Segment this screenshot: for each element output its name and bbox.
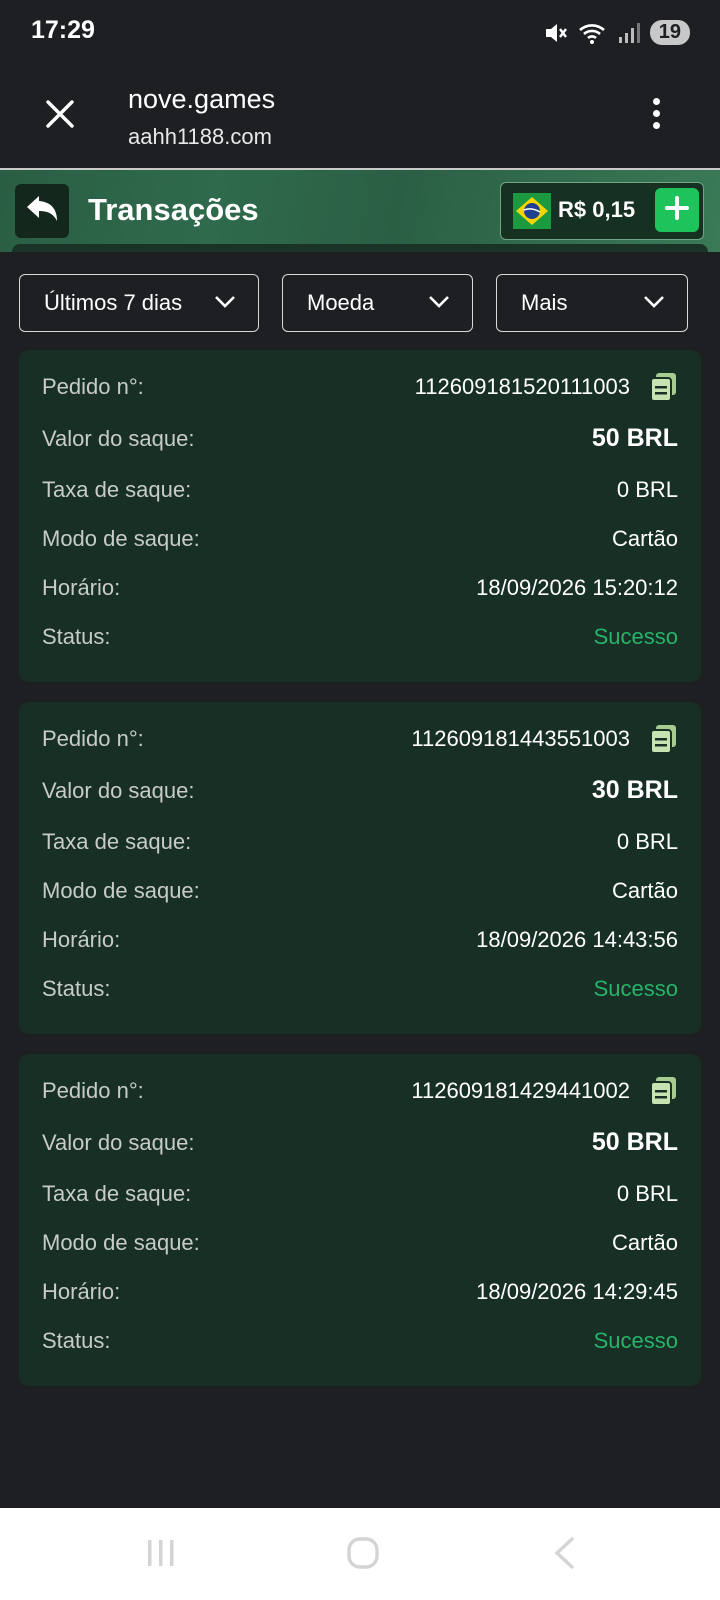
time-row: Horário: 18/09/2026 15:20:12 xyxy=(42,575,678,605)
back-nav-icon[interactable] xyxy=(552,1536,576,1570)
transaction-card: Pedido n°: 112609181443551003 Valor do s… xyxy=(19,702,701,1034)
status-value: Sucesso xyxy=(593,1328,678,1353)
filter-label: Mais xyxy=(521,290,568,315)
status-row: Status: Sucesso xyxy=(42,976,678,1006)
status-icons: 19 xyxy=(544,20,690,45)
close-icon[interactable] xyxy=(42,96,78,132)
order-number: 112609181520111003 xyxy=(414,374,630,399)
mode-row: Modo de saque: Cartão xyxy=(42,878,678,908)
battery-indicator: 19 xyxy=(649,20,690,45)
mode-value: Cartão xyxy=(611,878,678,903)
time-label: Horário: xyxy=(42,575,121,600)
fee-value: 0 BRL xyxy=(616,829,678,854)
screen-title: Transações xyxy=(88,192,259,227)
fee-value: 0 BRL xyxy=(616,1181,678,1206)
wifi-icon xyxy=(578,22,608,44)
order-label: Pedido n°: xyxy=(42,726,144,751)
deposit-button[interactable] xyxy=(655,188,699,232)
time-value: 18/09/2026 14:43:56 xyxy=(476,927,678,952)
mode-label: Modo de saque: xyxy=(42,1230,200,1255)
mute-icon xyxy=(544,22,568,44)
amount-value: 50 BRL xyxy=(591,1128,678,1156)
filter-label: Moeda xyxy=(307,290,375,315)
fee-label: Taxa de saque: xyxy=(42,477,192,502)
fee-row: Taxa de saque: 0 BRL xyxy=(42,1181,678,1211)
amount-label: Valor do saque: xyxy=(42,1130,195,1155)
time-row: Horário: 18/09/2026 14:29:45 xyxy=(42,1279,678,1309)
status-row: Status: Sucesso xyxy=(42,1328,678,1358)
page-url: aahh1188.com xyxy=(128,124,272,149)
amount-value: 30 BRL xyxy=(591,776,678,804)
back-button[interactable] xyxy=(15,184,69,238)
filter-more[interactable]: Mais xyxy=(496,274,688,332)
time-row: Horário: 18/09/2026 14:43:56 xyxy=(42,927,678,957)
home-icon[interactable] xyxy=(346,1536,380,1570)
chevron-down-icon xyxy=(644,296,664,308)
amount-value: 50 BRL xyxy=(591,424,678,452)
amount-label: Valor do saque: xyxy=(42,778,195,803)
copy-icon[interactable] xyxy=(650,1076,678,1106)
page-title: nove.games xyxy=(128,84,276,114)
time-label: Horário: xyxy=(42,1279,121,1304)
order-number: 112609181443551003 xyxy=(411,726,630,751)
filter-label: Últimos 7 dias xyxy=(44,290,183,315)
mode-row: Modo de saque: Cartão xyxy=(42,526,678,556)
filter-date-range[interactable]: Últimos 7 dias xyxy=(19,274,259,332)
mode-value: Cartão xyxy=(611,526,678,551)
status-time: 17:29 xyxy=(31,16,95,44)
mode-row: Modo de saque: Cartão xyxy=(42,1230,678,1260)
copy-icon[interactable] xyxy=(650,372,678,402)
brazil-flag-icon xyxy=(513,193,551,229)
status-row: Status: Sucesso xyxy=(42,624,678,654)
fee-value: 0 BRL xyxy=(616,477,678,502)
chevron-down-icon xyxy=(215,296,235,308)
plus-icon xyxy=(664,195,690,226)
status-label: Status: xyxy=(42,1328,111,1353)
balance-amount: R$ 0,15 xyxy=(558,197,636,222)
order-row: Pedido n°: 112609181443551003 xyxy=(42,724,678,756)
status-label: Status: xyxy=(42,976,111,1001)
order-number: 112609181429441002 xyxy=(411,1078,630,1103)
status-value: Sucesso xyxy=(593,976,678,1001)
more-vertical-icon[interactable] xyxy=(648,98,664,134)
time-value: 18/09/2026 14:29:45 xyxy=(476,1279,678,1304)
back-arrow-icon xyxy=(25,194,59,229)
mode-label: Modo de saque: xyxy=(42,526,200,551)
order-label: Pedido n°: xyxy=(42,374,144,399)
mode-label: Modo de saque: xyxy=(42,878,200,903)
status-value: Sucesso xyxy=(593,624,678,649)
time-label: Horário: xyxy=(42,927,121,952)
browser-bar: nove.games aahh1188.com xyxy=(0,66,720,170)
fee-label: Taxa de saque: xyxy=(42,1181,192,1206)
transaction-card: Pedido n°: 112609181520111003 Valor do s… xyxy=(19,350,701,682)
time-value: 18/09/2026 15:20:12 xyxy=(476,575,678,600)
fee-row: Taxa de saque: 0 BRL xyxy=(42,829,678,859)
signal-icon xyxy=(618,22,640,43)
app-header: Transações R$ 0,15 xyxy=(0,170,720,252)
recent-apps-icon[interactable] xyxy=(146,1538,176,1568)
mode-value: Cartão xyxy=(611,1230,678,1255)
chevron-down-icon xyxy=(429,296,449,308)
filter-currency[interactable]: Moeda xyxy=(282,274,473,332)
amount-label: Valor do saque: xyxy=(42,426,195,451)
status-label: Status: xyxy=(42,624,111,649)
fee-row: Taxa de saque: 0 BRL xyxy=(42,477,678,507)
order-row: Pedido n°: 112609181520111003 xyxy=(42,372,678,404)
amount-row: Valor do saque: 50 BRL xyxy=(42,1128,678,1160)
order-label: Pedido n°: xyxy=(42,1078,144,1103)
status-bar: 17:29 19 xyxy=(0,0,720,66)
system-nav-bar xyxy=(0,1508,720,1600)
amount-row: Valor do saque: 50 BRL xyxy=(42,424,678,456)
order-row: Pedido n°: 112609181429441002 xyxy=(42,1076,678,1108)
fee-label: Taxa de saque: xyxy=(42,829,192,854)
amount-row: Valor do saque: 30 BRL xyxy=(42,776,678,808)
transaction-card: Pedido n°: 112609181429441002 Valor do s… xyxy=(19,1054,701,1386)
copy-icon[interactable] xyxy=(650,724,678,754)
balance-widget: R$ 0,15 xyxy=(500,182,704,240)
